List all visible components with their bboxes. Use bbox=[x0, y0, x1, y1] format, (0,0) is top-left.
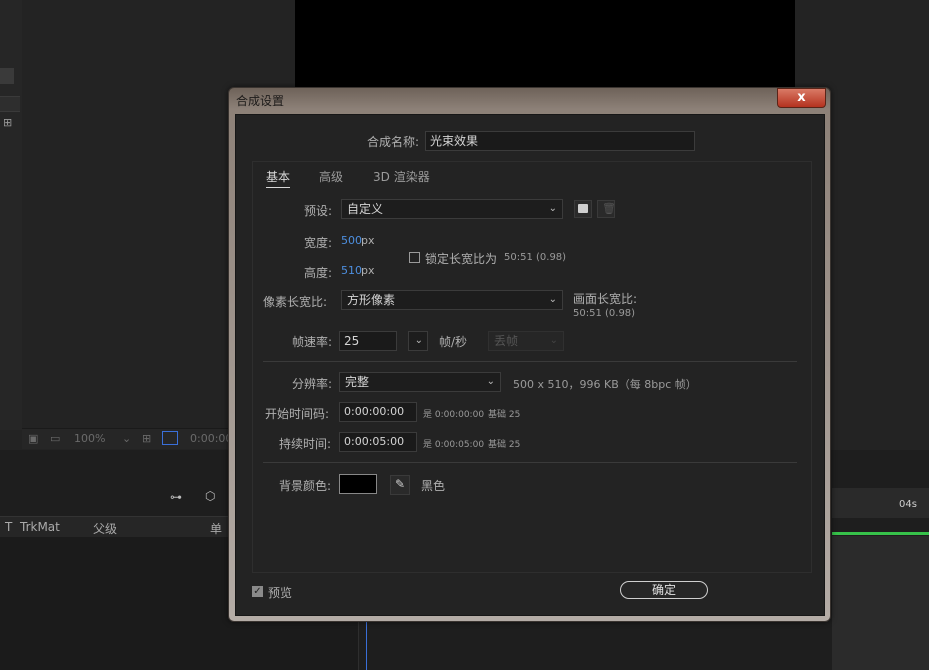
start-timecode-info: 是 0:00:00:00 bbox=[423, 410, 485, 420]
preview-checkbox[interactable]: ✓ bbox=[252, 586, 263, 597]
width-value[interactable]: 500 bbox=[341, 234, 362, 247]
panel-tab bbox=[0, 68, 14, 84]
viewer-time[interactable]: 0:00:00 bbox=[190, 432, 232, 445]
flowchart-icon[interactable]: ⊞ bbox=[3, 116, 12, 129]
resolution-info: 500 x 510，996 KB（每 8bpc 帧） bbox=[513, 378, 697, 391]
project-panel-edge: ⊞ bbox=[0, 0, 23, 430]
frame-rate-dropdown[interactable]: ⌄ bbox=[408, 331, 428, 351]
start-timecode-input[interactable]: 0:00:00:00 bbox=[339, 402, 417, 422]
divider bbox=[263, 462, 797, 463]
frame-rate-input[interactable]: 25 bbox=[339, 331, 397, 351]
eyedropper-button[interactable]: ✎ bbox=[390, 475, 410, 495]
start-timecode-label: 开始时间码: bbox=[265, 407, 330, 421]
chevron-down-icon: ⌄ bbox=[548, 203, 557, 214]
save-preset-button[interactable] bbox=[574, 200, 592, 218]
pixel-aspect-select[interactable]: 方形像素 ⌄ bbox=[341, 290, 563, 310]
chevron-down-icon: ⌄ bbox=[414, 335, 423, 346]
duration-base: 基础 25 bbox=[488, 440, 521, 450]
tab-advanced[interactable]: 高级 bbox=[319, 168, 343, 185]
frame-aspect-value: 50:51 (0.98) bbox=[573, 308, 636, 319]
start-timecode-base: 基础 25 bbox=[488, 410, 521, 420]
ok-button[interactable]: 确定 bbox=[620, 581, 708, 599]
preset-label: 预设: bbox=[304, 204, 333, 218]
comp-name-label: 合成名称: bbox=[367, 135, 420, 149]
height-value[interactable]: 510 bbox=[341, 264, 362, 277]
delete-preset-button[interactable]: 🗑 bbox=[597, 200, 616, 218]
trash-icon: 🗑 bbox=[602, 202, 616, 215]
dialog-content: 合成名称: 光束效果 基本 高级 3D 渲染器 预设: 自定义 ⌄ 🗑 宽度: … bbox=[235, 114, 825, 616]
composition-canvas bbox=[295, 0, 795, 88]
composition-settings-dialog: 合成设置 x 合成名称: 光束效果 基本 高级 3D 渲染器 预设: 自定义 ⌄… bbox=[228, 87, 831, 622]
duration-info: 是 0:00:05:00 bbox=[423, 440, 485, 450]
bg-color-label: 背景颜色: bbox=[279, 479, 332, 493]
dialog-title: 合成设置 bbox=[236, 94, 285, 108]
col-trkmat[interactable]: TrkMat bbox=[20, 520, 60, 534]
height-label: 高度: bbox=[304, 266, 333, 280]
chevron-down-icon: ⌄ bbox=[486, 376, 495, 387]
col-parent[interactable]: 父级 bbox=[93, 520, 117, 537]
time-ruler[interactable]: 04s bbox=[832, 488, 929, 518]
grid-icon[interactable]: ⊞ bbox=[142, 432, 151, 445]
bg-color-swatch[interactable] bbox=[339, 474, 377, 494]
col-single[interactable]: 单 bbox=[210, 520, 222, 537]
drop-frame-select: 丢帧 ⌄ bbox=[488, 331, 564, 351]
close-button[interactable]: x bbox=[777, 88, 826, 108]
timeline-column-header: T TrkMat 父级 单 bbox=[0, 516, 232, 538]
region-icon[interactable]: ▣ bbox=[28, 432, 38, 445]
chevron-down-icon: ⌄ bbox=[549, 335, 558, 346]
playhead[interactable] bbox=[366, 620, 367, 670]
fps-unit: 帧/秒 bbox=[439, 335, 468, 349]
zoom-select[interactable]: 100% bbox=[74, 432, 105, 445]
width-unit: px bbox=[361, 234, 375, 247]
transparency-icon[interactable] bbox=[162, 431, 178, 445]
work-area-bar[interactable] bbox=[832, 532, 929, 535]
tab-3d-renderer[interactable]: 3D 渲染器 bbox=[373, 168, 430, 185]
col-t[interactable]: T bbox=[5, 520, 12, 534]
close-icon: x bbox=[797, 90, 806, 105]
lock-aspect-checkbox[interactable] bbox=[409, 252, 420, 263]
drop-frame-value: 丢帧 bbox=[494, 334, 519, 348]
chevron-down-icon: ⌄ bbox=[548, 294, 557, 305]
3d-layer-icon[interactable]: ⬡ bbox=[205, 489, 215, 503]
ruler-label: 04s bbox=[899, 499, 917, 510]
frame-aspect-label: 画面长宽比: bbox=[573, 292, 638, 306]
preview-label: 预览 bbox=[268, 586, 293, 600]
pixel-aspect-value: 方形像素 bbox=[347, 293, 396, 307]
timeline-tracks bbox=[832, 536, 929, 670]
lock-aspect-value: 50:51 (0.98) bbox=[504, 252, 567, 263]
hierarchy-icon[interactable]: ⊶ bbox=[170, 490, 182, 504]
divider bbox=[263, 361, 797, 362]
width-label: 宽度: bbox=[304, 236, 333, 250]
frame-rate-label: 帧速率: bbox=[292, 335, 333, 349]
comp-name-input[interactable]: 光束效果 bbox=[425, 131, 695, 151]
height-unit: px bbox=[361, 264, 375, 277]
duration-label: 持续时间: bbox=[279, 437, 332, 451]
settings-frame: 基本 高级 3D 渲染器 预设: 自定义 ⌄ 🗑 宽度: 500 px 高度: … bbox=[252, 161, 812, 573]
monitor-icon[interactable]: ▭ bbox=[50, 432, 60, 445]
chevron-down-icon[interactable]: ⌄ bbox=[122, 432, 131, 445]
bg-color-name: 黑色 bbox=[421, 479, 446, 493]
save-icon bbox=[578, 204, 588, 213]
resolution-value: 完整 bbox=[345, 375, 370, 389]
eyedropper-icon: ✎ bbox=[395, 477, 406, 491]
lock-aspect-label: 锁定长宽比为 bbox=[425, 252, 498, 266]
tab-basic[interactable]: 基本 bbox=[266, 168, 291, 188]
preset-select[interactable]: 自定义 ⌄ bbox=[341, 199, 563, 219]
panel-header bbox=[0, 96, 20, 112]
pixel-aspect-label: 像素长宽比: bbox=[263, 295, 328, 309]
resolution-label: 分辨率: bbox=[292, 377, 333, 391]
duration-input[interactable]: 0:00:05:00 bbox=[339, 432, 417, 452]
resolution-select[interactable]: 完整 ⌄ bbox=[339, 372, 501, 392]
preset-value: 自定义 bbox=[347, 202, 384, 216]
viewer-toolbar: ▣ ▭ 100% ⌄ ⊞ 0:00:00 bbox=[22, 428, 232, 449]
